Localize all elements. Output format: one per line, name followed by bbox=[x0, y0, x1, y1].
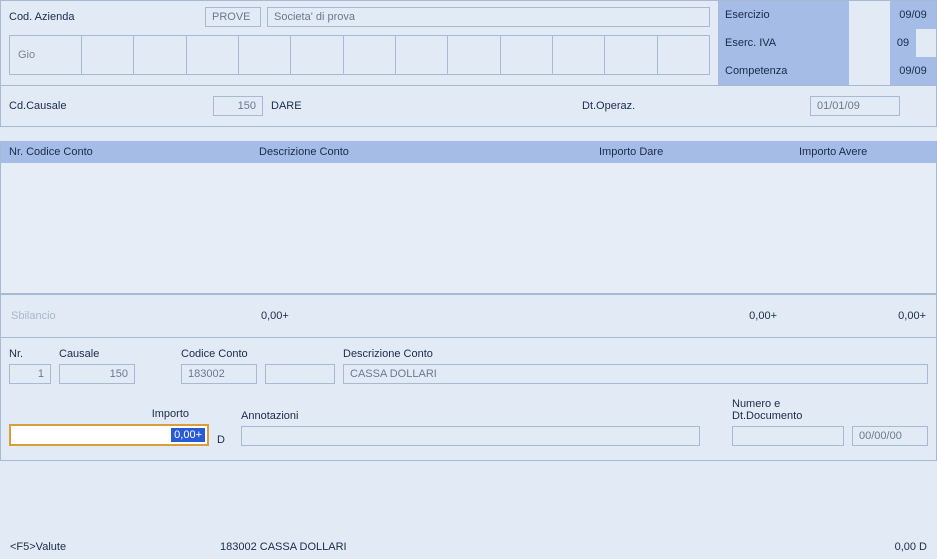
annotazioni-input[interactable] bbox=[241, 426, 700, 446]
importo-label: Importo bbox=[152, 408, 189, 420]
gio-cell[interactable] bbox=[605, 36, 657, 74]
descrizione-conto-label: Descrizione Conto bbox=[343, 348, 928, 360]
eserc-iva-label: Eserc. IVA bbox=[719, 29, 849, 57]
numdoc-label: Numero e Dt.Documento bbox=[732, 398, 844, 422]
table-header: Nr. Codice Conto Descrizione Conto Impor… bbox=[1, 141, 936, 163]
descrizione-conto-input[interactable]: CASSA DOLLARI bbox=[343, 364, 928, 384]
gio-label-cell: Gio bbox=[10, 36, 82, 74]
sbilancio-v2: 0,00+ bbox=[601, 310, 801, 322]
importo-input[interactable]: 0,00+ bbox=[9, 424, 209, 446]
col-importo-avere: Importo Avere bbox=[791, 146, 936, 158]
numdoc-date-input[interactable]: 00/00/00 bbox=[852, 426, 928, 446]
gio-cell[interactable] bbox=[134, 36, 186, 74]
gio-cell[interactable] bbox=[82, 36, 134, 74]
competenza-label: Competenza bbox=[719, 57, 849, 85]
col-nr-codice: Nr. Codice Conto bbox=[1, 146, 251, 158]
gio-cell[interactable] bbox=[291, 36, 343, 74]
col-descrizione: Descrizione Conto bbox=[251, 146, 591, 158]
numdoc-num-input[interactable] bbox=[732, 426, 844, 446]
sbilancio-v3: 0,00+ bbox=[801, 310, 926, 322]
nr-label: Nr. bbox=[9, 348, 51, 360]
eserc-iva-value: 09 bbox=[890, 29, 916, 57]
cd-causale-label: Cd.Causale bbox=[9, 100, 205, 112]
gio-cell[interactable] bbox=[344, 36, 396, 74]
codice-conto-sub-input[interactable] bbox=[265, 364, 335, 384]
sbilancio-label: Sbilancio bbox=[11, 310, 261, 322]
gio-cell[interactable] bbox=[187, 36, 239, 74]
gio-cell[interactable] bbox=[396, 36, 448, 74]
esercizio-label: Esercizio bbox=[719, 1, 849, 29]
dt-operaz-input[interactable]: 01/01/09 bbox=[810, 96, 900, 116]
causale-label: Causale bbox=[59, 348, 135, 360]
company-desc-input[interactable]: Societa' di prova bbox=[267, 7, 710, 27]
competenza-value: 09/09 bbox=[890, 57, 936, 85]
gio-cell[interactable] bbox=[501, 36, 553, 74]
annotazioni-label: Annotazioni bbox=[241, 410, 700, 422]
table-body[interactable] bbox=[1, 163, 936, 293]
codice-conto-label: Codice Conto bbox=[181, 348, 257, 360]
footer-center: 183002 CASSA DOLLARI bbox=[220, 541, 895, 553]
nr-input[interactable]: 1 bbox=[9, 364, 51, 384]
footer-hint: <F5>Valute bbox=[10, 541, 220, 553]
cd-causale-input[interactable]: 150 bbox=[213, 96, 263, 116]
dt-operaz-label: Dt.Operaz. bbox=[582, 100, 802, 112]
esercizio-value: 09/09 bbox=[890, 1, 936, 29]
footer-right: 0,00 D bbox=[895, 541, 927, 553]
gio-cell[interactable] bbox=[553, 36, 605, 74]
codice-conto-input[interactable]: 183002 bbox=[181, 364, 257, 384]
sbilancio-v1: 0,00+ bbox=[261, 310, 601, 322]
gio-cell[interactable] bbox=[239, 36, 291, 74]
cod-azienda-input[interactable]: PROVE bbox=[205, 7, 261, 27]
gio-cell[interactable] bbox=[658, 36, 709, 74]
col-importo-dare: Importo Dare bbox=[591, 146, 791, 158]
cd-causale-desc: DARE bbox=[271, 100, 341, 112]
causale-input[interactable]: 150 bbox=[59, 364, 135, 384]
d-flag: D bbox=[217, 434, 233, 446]
cod-azienda-label: Cod. Azienda bbox=[9, 11, 199, 23]
gio-cell[interactable] bbox=[448, 36, 500, 74]
